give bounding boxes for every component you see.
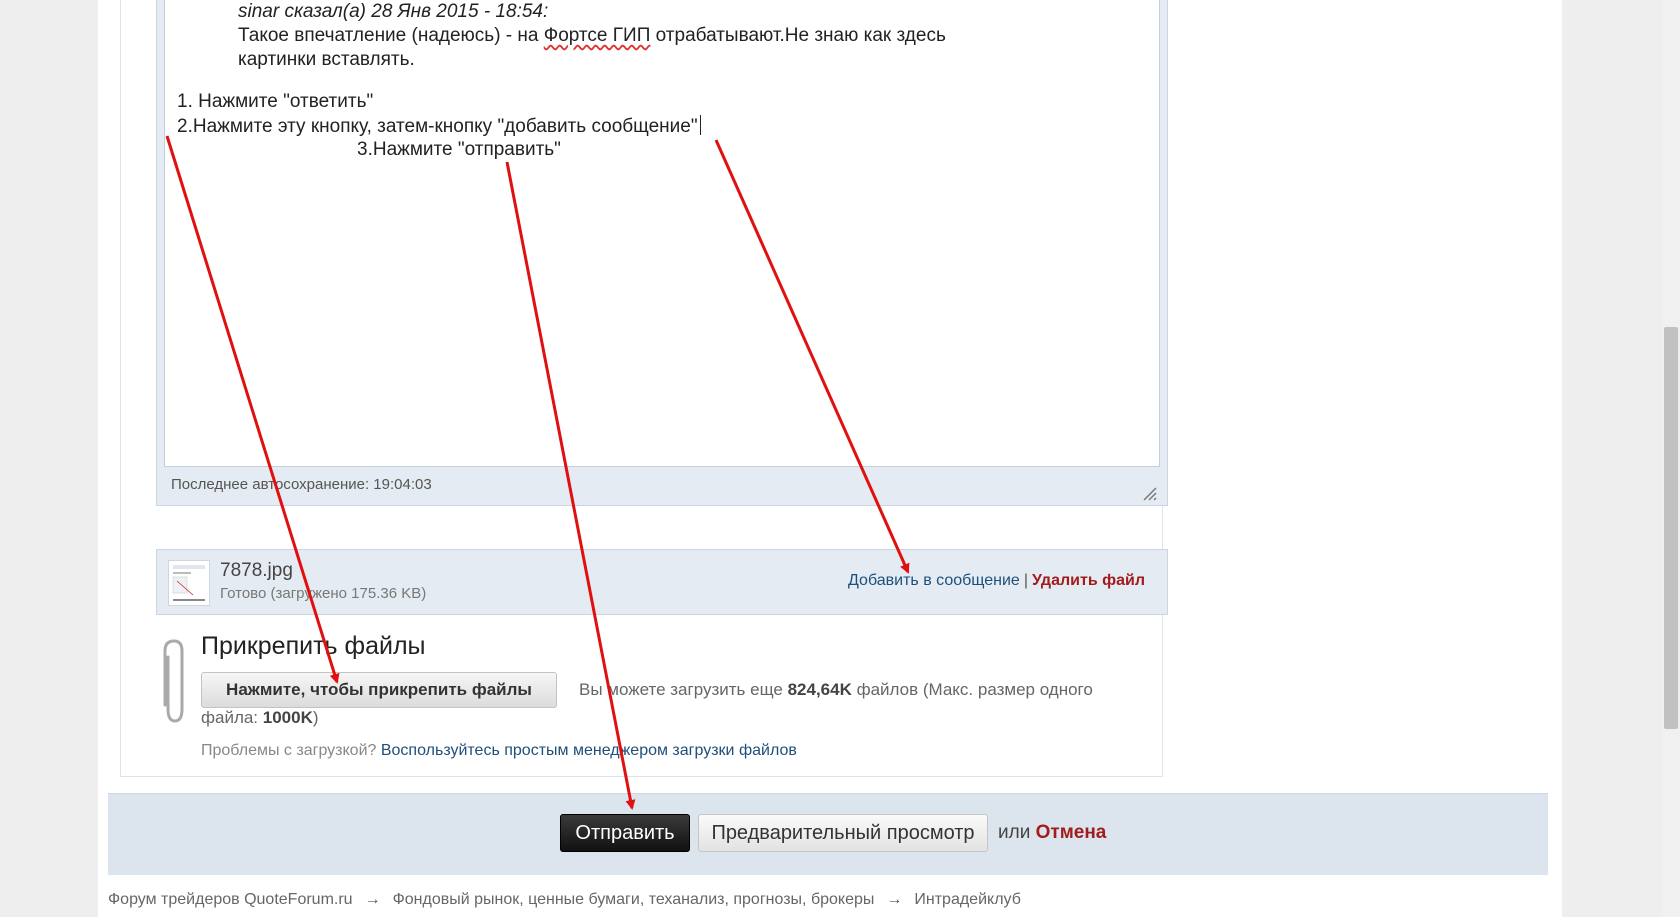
quote-block: sinar сказал(а) 28 Янв 2015 - 18:54: Так… xyxy=(238,0,946,72)
separator: | xyxy=(1023,572,1028,589)
editor-line-2: 2.Нажмите эту кнопку, затем-кнопку "доба… xyxy=(177,115,701,138)
paperclip-icon xyxy=(159,637,189,732)
or-text: или xyxy=(998,822,1031,843)
quote-line-2: картинки вставлять. xyxy=(238,49,415,70)
file-thumbnail-icon xyxy=(168,560,210,606)
or-cancel: или Отмена xyxy=(998,822,1106,844)
attach-files-title: Прикрепить файлы xyxy=(201,632,426,660)
quota-amount: 824,64K xyxy=(787,680,852,699)
breadcrumb-arrow: → xyxy=(364,891,381,908)
quote-text: отрабатывают.Не знаю как здесь xyxy=(650,25,946,46)
file-upload-status: Готово (загружено 175.36 KB) xyxy=(220,585,427,602)
message-editor[interactable]: sinar сказал(а) 28 Янв 2015 - 18:54: Так… xyxy=(164,0,1160,467)
add-to-message-link[interactable]: Добавить в сообщение xyxy=(848,572,1020,589)
spellcheck-word: Фортсе ГИП xyxy=(543,25,651,46)
submit-button[interactable]: Отправить xyxy=(560,814,690,852)
resize-handle-icon[interactable] xyxy=(1141,485,1157,501)
quote-author: sinar сказал(а) 28 Янв 2015 - 18:54: xyxy=(238,1,549,22)
problems-text: Проблемы с загрузкой? xyxy=(201,742,381,759)
quota-text: Вы можете загрузить еще xyxy=(579,680,788,699)
page-scrollbar[interactable] xyxy=(1662,0,1680,917)
upload-problems: Проблемы с загрузкой? Воспользуйтесь про… xyxy=(201,742,797,760)
breadcrumb-item-intraday[interactable]: Интрадейклуб xyxy=(914,891,1021,908)
cancel-link[interactable]: Отмена xyxy=(1036,822,1107,843)
breadcrumb-item-stock-market[interactable]: Фондовый рынок, ценные бумаги, теханализ… xyxy=(393,891,875,908)
file-name: 7878.jpg xyxy=(220,560,293,581)
delete-file-link[interactable]: Удалить файл xyxy=(1032,572,1145,589)
breadcrumb: Форум трейдеров QuoteForum.ru → Фондовый р… xyxy=(108,891,1021,909)
editor-frame: sinar сказал(а) 28 Янв 2015 - 18:54: Так… xyxy=(156,0,1168,506)
file-actions: Добавить в сообщение | Удалить файл xyxy=(848,572,1145,590)
quota-max-size: 1000K xyxy=(262,708,313,727)
attached-file-row: 7878.jpg Готово (загружено 175.36 KB) До… xyxy=(156,549,1168,615)
page: sinar сказал(а) 28 Янв 2015 - 18:54: Так… xyxy=(98,0,1562,917)
text-caret xyxy=(699,115,701,135)
quota-text: ) xyxy=(312,708,319,727)
preview-button[interactable]: Предварительный просмотр xyxy=(698,814,988,852)
breadcrumb-item-forum[interactable]: Форум трейдеров QuoteForum.ru xyxy=(108,891,353,908)
editor-line-2-text: 2.Нажмите эту кнопку, затем-кнопку "доба… xyxy=(177,116,698,137)
quote-line-1: Такое впечатление (надеюсь) - на Фортсе … xyxy=(238,24,946,48)
simple-uploader-link[interactable]: Воспользуйтесь простым менеджером загруз… xyxy=(381,742,797,759)
autosave-status: Последнее автосохранение: 19:04:03 xyxy=(171,476,432,493)
quote-text: Такое впечатление (надеюсь) - на xyxy=(238,25,544,46)
breadcrumb-arrow: → xyxy=(886,891,903,908)
reply-form: sinar сказал(а) 28 Янв 2015 - 18:54: Так… xyxy=(120,0,1168,777)
editor-line-1: 1. Нажмите "ответить" xyxy=(177,91,374,112)
editor-line-3: 3.Нажмите "отправить" xyxy=(357,139,561,160)
attach-files-button[interactable]: Нажмите, чтобы прикрепить файлы xyxy=(201,672,557,708)
scrollbar-thumb[interactable] xyxy=(1664,327,1678,729)
submit-bar: Отправить Предварительный просмотр или О… xyxy=(108,793,1548,875)
